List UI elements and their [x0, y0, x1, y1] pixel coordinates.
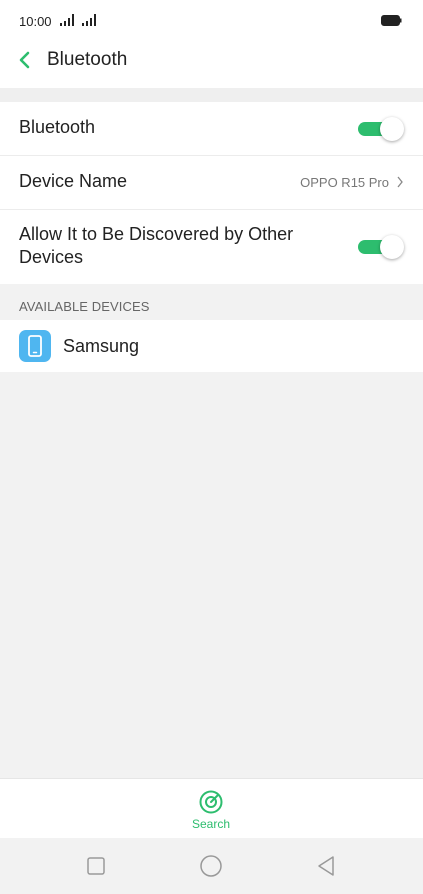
device-icon	[19, 330, 51, 362]
bottom-action-bar: Search	[0, 778, 423, 839]
bluetooth-settings-group: Bluetooth Device Name OPPO R15 Pro Allow…	[0, 102, 423, 284]
status-time: 10:00	[19, 14, 52, 29]
back-arrow-icon[interactable]	[14, 49, 36, 71]
device-name-row[interactable]: Device Name OPPO R15 Pro	[0, 156, 423, 210]
available-devices-header: AVAILABLE DEVICES	[19, 299, 150, 314]
device-name: Samsung	[63, 336, 140, 356]
system-nav-bar	[0, 838, 423, 894]
bluetooth-row[interactable]: Bluetooth	[0, 102, 423, 156]
signal-icon-2	[82, 14, 96, 26]
toggle-knob	[380, 117, 404, 141]
discoverable-row[interactable]: Allow It to Be Discovered by Other Devic…	[0, 210, 423, 284]
available-devices-list: Samsung	[0, 320, 423, 372]
home-icon[interactable]	[199, 854, 223, 878]
search-label: Search	[191, 817, 231, 831]
phone-icon	[28, 335, 42, 357]
search-button[interactable]: Search	[181, 787, 241, 835]
app-header: Bluetooth	[0, 40, 423, 88]
discoverable-toggle[interactable]	[358, 235, 404, 259]
bluetooth-label: Bluetooth	[19, 117, 96, 137]
battery-icon	[381, 15, 402, 26]
signal-icon	[60, 14, 74, 26]
device-name-value: OPPO R15 Pro	[300, 175, 389, 190]
radar-search-icon	[199, 790, 223, 814]
chevron-right-icon	[397, 176, 403, 188]
toggle-knob	[380, 235, 404, 259]
discoverable-label: Allow It to Be Discovered by Other Devic…	[19, 224, 294, 267]
section-gap	[0, 88, 423, 102]
device-name-label: Device Name	[19, 171, 128, 191]
status-bar: 10:00	[0, 0, 423, 40]
page-title: Bluetooth	[47, 49, 128, 70]
bluetooth-toggle[interactable]	[358, 117, 404, 141]
list-item[interactable]: Samsung	[0, 320, 423, 372]
recent-apps-icon[interactable]	[84, 854, 108, 878]
nav-back-icon[interactable]	[314, 854, 338, 878]
